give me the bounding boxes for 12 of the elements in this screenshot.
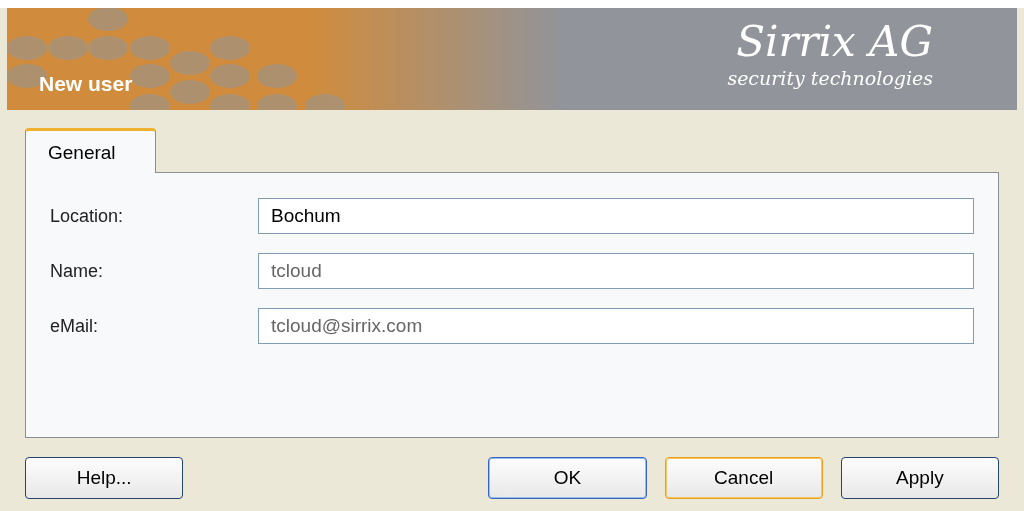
field-label: Location: xyxy=(50,204,125,228)
dialog-button[interactable]: Apply xyxy=(840,457,999,499)
dialog-button[interactable]: Cancel xyxy=(664,457,823,499)
dialog-button[interactable]: Help... xyxy=(25,457,184,499)
input-field[interactable]: Bochum xyxy=(258,198,974,234)
window-title: New user xyxy=(39,71,133,97)
field-label: Name: xyxy=(50,259,104,283)
field-label: eMail: xyxy=(50,314,99,338)
company-logo-name: Sirrix AG xyxy=(736,18,933,66)
company-tagline: security technologies xyxy=(727,66,933,90)
tab[interactable]: General xyxy=(25,128,156,173)
dialog-button[interactable]: OK xyxy=(488,457,647,499)
